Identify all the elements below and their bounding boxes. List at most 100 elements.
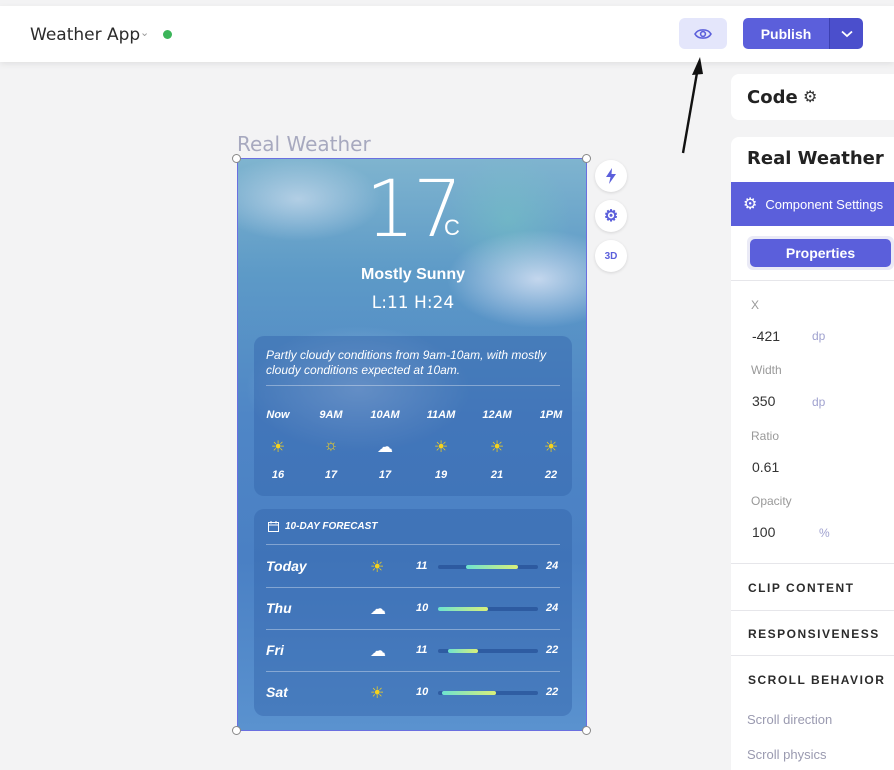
section-scroll-behavior[interactable]: SCROLL BEHAVIOR (748, 673, 885, 687)
sun-icon: ☀ (543, 439, 559, 456)
temperature-value: 17 (365, 165, 462, 255)
divider (731, 563, 894, 564)
forecast-low: 11 (416, 644, 428, 656)
lightning-icon (606, 168, 616, 184)
forecast-high: 24 (546, 560, 559, 572)
resize-handle-top-left[interactable] (232, 154, 241, 163)
forecast-row: Fri ☁ 11 22 (266, 629, 560, 671)
gear-icon: ⚙ (743, 196, 758, 213)
hour-label: 9AM (319, 409, 343, 421)
summary-text: Partly cloudy conditions from 9am-10am, … (266, 348, 547, 377)
resize-handle-bottom-right[interactable] (582, 726, 591, 735)
temp-range-fill (448, 649, 478, 653)
section-responsiveness[interactable]: RESPONSIVENESS (748, 627, 880, 641)
forecast-high: 22 (546, 686, 559, 698)
forecast-row: Thu ☁ 10 24 (266, 587, 560, 629)
divider (731, 655, 894, 656)
cloud-icon: ☁ (370, 601, 386, 618)
hour-temp: 22 (544, 469, 558, 481)
forecast-header: 10-DAY FORECAST (268, 521, 377, 532)
scroll-direction-label: Scroll direction (747, 712, 833, 727)
3d-view-button[interactable]: 3D (595, 240, 627, 272)
forecast-low: 10 (416, 602, 429, 614)
publish-dropdown-button[interactable] (829, 18, 863, 49)
x-input[interactable]: -421 (752, 328, 780, 344)
code-panel: Code ⚙ (731, 74, 894, 120)
temp-range-fill (438, 607, 488, 611)
cloud-icon: ☁ (370, 643, 386, 660)
hour-label: 11AM (426, 409, 456, 421)
forecast-row: Today ☀ 11 24 (266, 545, 560, 587)
hour-temp: 17 (378, 469, 392, 481)
hour-temp: 19 (434, 469, 448, 481)
hour-temp: 17 (324, 469, 338, 481)
eye-icon (694, 28, 712, 39)
divider (266, 385, 560, 386)
gear-icon: ⚙ (603, 208, 619, 225)
scroll-physics-label: Scroll physics (747, 747, 827, 762)
sun-icon: ☀ (370, 559, 385, 576)
temp-range-bar (438, 649, 538, 653)
app-title[interactable]: Weather App (30, 25, 140, 45)
condition-text: Mostly Sunny (360, 266, 465, 283)
cloud-icon: ☁ (377, 439, 393, 456)
temp-range-fill (442, 691, 496, 695)
action-button[interactable] (595, 160, 627, 192)
temperature: 17 (238, 165, 586, 255)
settings-button[interactable]: ⚙ (595, 200, 627, 232)
forecast-day: Sat (266, 684, 288, 700)
annotation-arrow (681, 57, 703, 154)
x-label: X (751, 298, 760, 312)
forecast-row: Sat ☀ 10 22 (266, 671, 560, 713)
hour-label: 10AM (370, 409, 400, 421)
resize-handle-bottom-left[interactable] (232, 726, 241, 735)
opacity-label: Opacity (751, 494, 792, 508)
x-unit: dp (812, 329, 826, 343)
temp-range-bar (438, 691, 538, 695)
width-label: Width (751, 363, 782, 377)
resize-handle-top-right[interactable] (582, 154, 591, 163)
ratio-label: Ratio (751, 429, 780, 443)
tab-bar: Properties (747, 236, 894, 270)
opacity-unit: % (819, 526, 830, 540)
hour-label: 12AM (482, 409, 512, 421)
top-bar: Weather App ⌄ Publish (0, 6, 894, 62)
calendar-icon (268, 521, 279, 532)
sun-haze-icon: ☼ (323, 437, 339, 454)
forecast-day: Today (266, 558, 307, 574)
component-title: Real Weather (747, 148, 884, 169)
sun-icon: ☀ (270, 439, 286, 456)
forecast-day: Thu (266, 600, 292, 616)
forecast-card: 10-DAY FORECAST Today ☀ 11 24 Thu ☁ 10 2… (254, 509, 572, 716)
width-input[interactable]: 350 (752, 393, 775, 409)
divider (731, 280, 894, 281)
hi-lo-text: L:11 H:24 (371, 293, 455, 313)
temp-range-bar (438, 607, 538, 611)
tab-properties[interactable]: Properties (750, 239, 891, 267)
forecast-low: 11 (416, 560, 428, 572)
chevron-down-icon (840, 30, 853, 37)
frame-label[interactable]: Real Weather (237, 132, 371, 156)
app-menu-chevron-icon[interactable]: ⌄ (140, 26, 149, 39)
publish-button[interactable]: Publish (743, 18, 829, 49)
component-settings-tab[interactable]: ⚙ Component Settings (731, 182, 894, 226)
section-clip-content[interactable]: CLIP CONTENT (748, 581, 854, 595)
sun-icon: ☀ (370, 685, 385, 702)
hour-label: Now (266, 409, 290, 421)
code-title: Code (747, 87, 798, 108)
phone-frame[interactable]: 17 C Mostly Sunny L:11 H:24 Partly cloud… (237, 158, 587, 731)
hour-temp: 16 (271, 469, 285, 481)
forecast-low: 10 (416, 686, 429, 698)
preview-button[interactable] (679, 18, 727, 49)
ratio-input[interactable]: 0.61 (752, 459, 779, 475)
width-unit: dp (812, 395, 826, 409)
gear-icon[interactable]: ⚙ (803, 87, 817, 107)
status-indicator (163, 30, 172, 39)
forecast-high: 22 (546, 644, 559, 656)
divider (731, 610, 894, 611)
opacity-input[interactable]: 100 (752, 524, 775, 540)
temperature-unit: C (444, 215, 460, 240)
hour-temp: 21 (490, 469, 504, 481)
3d-icon: 3D (604, 250, 618, 262)
temp-range-fill (466, 565, 518, 569)
